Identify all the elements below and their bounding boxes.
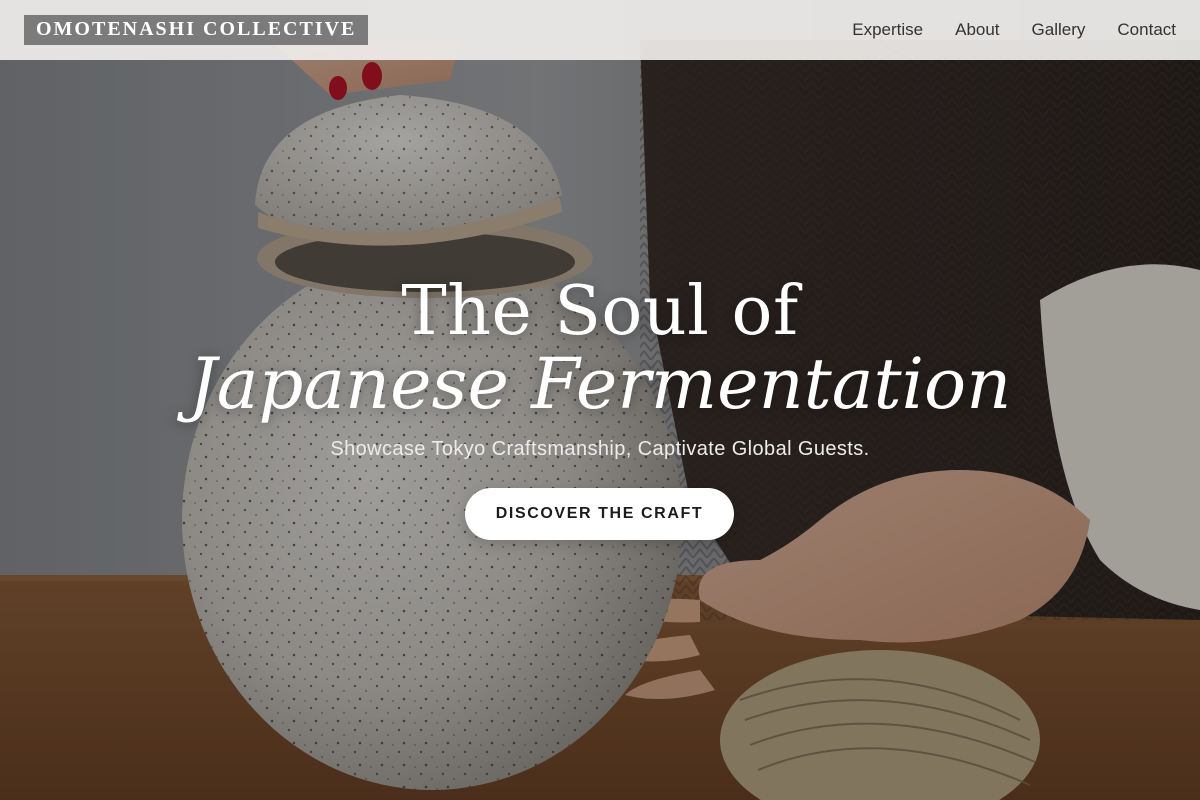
nav-link-expertise[interactable]: Expertise [852,20,923,40]
brand-logo-link[interactable]: OMOTENASHI COLLECTIVE [24,15,369,45]
nav-link-contact[interactable]: Contact [1117,20,1176,40]
main-nav: Expertise About Gallery Contact [852,20,1176,40]
nav-link-about[interactable]: About [955,20,999,40]
hero-subtitle: Showcase Tokyo Craftsmanship, Captivate … [330,438,870,460]
hero-title-line-2: Japanese Fermentation [188,343,1012,425]
nav-link-gallery[interactable]: Gallery [1032,20,1086,40]
discover-the-craft-button[interactable]: DISCOVER THE CRAFT [465,488,734,540]
top-navigation-bar: OMOTENASHI COLLECTIVE Expertise About Ga… [0,0,1200,60]
hero-content: The Soul of Japanese Fermentation Showca… [0,0,1200,800]
